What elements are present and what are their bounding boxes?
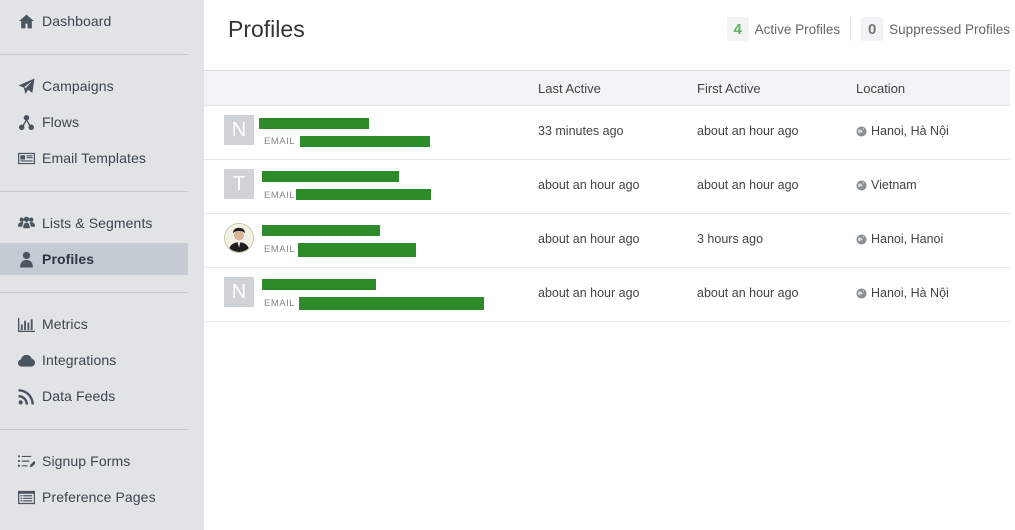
redacted-name [262, 171, 399, 182]
last-active-value: about an hour ago [538, 178, 640, 192]
sidebar-item-label: Dashboard [42, 13, 112, 29]
sidebar-item-dashboard[interactable]: Dashboard [0, 5, 188, 37]
email-tag: EMAIL [264, 136, 296, 147]
redacted-name [259, 118, 369, 129]
sidebar-item-integrations[interactable]: Integrations [0, 344, 188, 376]
globe-icon [856, 125, 867, 137]
avatar: T [224, 169, 254, 199]
stat-separator [850, 17, 852, 41]
active-profiles-stat[interactable]: 4 Active Profiles [726, 17, 841, 41]
location-text: Vietnam [871, 178, 917, 192]
sidebar-item-campaigns[interactable]: Campaigns [0, 70, 188, 102]
redacted-email [300, 136, 430, 147]
sidebar-item-email-templates[interactable]: Email Templates [0, 142, 188, 174]
location-text: Hanoi, Hanoi [871, 232, 944, 246]
globe-icon [856, 179, 867, 191]
sidebar-item-label: Data Feeds [42, 388, 116, 404]
active-profiles-label: Active Profiles [754, 21, 841, 37]
location-value: Hanoi, Hà Nội [856, 124, 949, 138]
redacted-email [296, 189, 431, 200]
globe-icon [856, 233, 867, 245]
sidebar-item-label: Email Templates [42, 150, 146, 166]
column-header-location[interactable]: Location [856, 81, 905, 96]
profile-photo-icon [225, 224, 253, 252]
location-value: Hanoi, Hanoi [856, 232, 943, 246]
email-tag: EMAIL [264, 244, 296, 255]
sidebar-item-label: Signup Forms [42, 453, 131, 469]
avatar: N [224, 277, 254, 307]
table-row[interactable]: T EMAIL about an hour ago about an hour … [204, 160, 1010, 214]
redacted-email [299, 297, 484, 310]
user-icon [16, 249, 36, 269]
first-active-value: about an hour ago [697, 178, 799, 192]
sidebar-item-signup-forms[interactable]: Signup Forms [0, 445, 188, 477]
redacted-name [262, 225, 380, 236]
sidebar-item-preference-pages[interactable]: Preference Pages [0, 481, 188, 513]
email-tag: EMAIL [264, 298, 296, 309]
flow-icon [16, 112, 36, 132]
first-active-value: about an hour ago [697, 124, 799, 138]
main-content: Profiles 4 Active Profiles 0 Suppressed … [204, 0, 1015, 530]
sidebar-item-profiles[interactable]: Profiles [0, 243, 188, 275]
location-value: Hanoi, Hà Nội [856, 286, 949, 300]
profile-stats: 4 Active Profiles 0 Suppressed Profiles [726, 17, 1010, 41]
column-header-last-active[interactable]: Last Active [538, 81, 601, 96]
column-header-first-active[interactable]: First Active [697, 81, 761, 96]
table-row[interactable]: N EMAIL about an hour ago about an hour … [204, 268, 1010, 322]
paper-plane-icon [16, 76, 36, 96]
last-active-value: about an hour ago [538, 286, 640, 300]
avatar-photo [224, 223, 254, 253]
email-tag: EMAIL [264, 190, 296, 201]
table-header: Last Active First Active Location [204, 70, 1010, 106]
sidebar-item-label: Metrics [42, 316, 88, 332]
users-icon [16, 213, 36, 233]
home-icon [16, 11, 36, 31]
newspaper-icon [16, 148, 36, 168]
sidebar-item-flows[interactable]: Flows [0, 106, 188, 138]
sidebar-item-label: Flows [42, 114, 80, 130]
sidebar-item-label: Lists & Segments [42, 215, 153, 231]
last-active-value: 33 minutes ago [538, 124, 624, 138]
location-text: Hanoi, Hà Nội [871, 286, 949, 300]
sidebar-item-lists-segments[interactable]: Lists & Segments [0, 207, 188, 239]
active-profiles-count: 4 [726, 17, 749, 41]
sidebar-divider [0, 191, 188, 192]
sidebar-item-data-feeds[interactable]: Data Feeds [0, 380, 188, 412]
sidebar: Dashboard Campaigns Flows Email Template… [0, 0, 204, 530]
globe-icon [856, 287, 867, 299]
sidebar-divider [0, 292, 188, 293]
bar-chart-icon [16, 314, 36, 334]
first-active-value: about an hour ago [697, 286, 799, 300]
suppressed-profiles-stat[interactable]: 0 Suppressed Profiles [861, 17, 1010, 41]
list-alt-icon [16, 487, 36, 507]
sidebar-divider [0, 429, 188, 430]
sidebar-item-label: Preference Pages [42, 489, 156, 505]
sidebar-item-label: Campaigns [42, 78, 114, 94]
avatar: N [224, 115, 254, 145]
first-active-value: 3 hours ago [697, 232, 764, 246]
sidebar-item-metrics[interactable]: Metrics [0, 308, 188, 340]
sidebar-divider [0, 54, 188, 55]
table-row[interactable]: N EMAIL 33 minutes ago about an hour ago… [204, 106, 1010, 160]
table-row[interactable]: EMAIL about an hour ago 3 hours ago Hano… [204, 214, 1010, 268]
suppressed-profiles-label: Suppressed Profiles [889, 21, 1010, 37]
sidebar-item-label: Integrations [42, 352, 117, 368]
redacted-name [262, 279, 376, 290]
location-value: Vietnam [856, 178, 917, 192]
last-active-value: about an hour ago [538, 232, 640, 246]
suppressed-profiles-count: 0 [861, 17, 884, 41]
cloud-icon [16, 350, 36, 370]
rss-icon [16, 386, 36, 406]
sidebar-item-label: Profiles [42, 251, 95, 267]
page-title: Profiles [228, 16, 305, 42]
location-text: Hanoi, Hà Nội [871, 124, 949, 138]
redacted-email [298, 243, 416, 257]
form-list-icon [16, 451, 36, 471]
